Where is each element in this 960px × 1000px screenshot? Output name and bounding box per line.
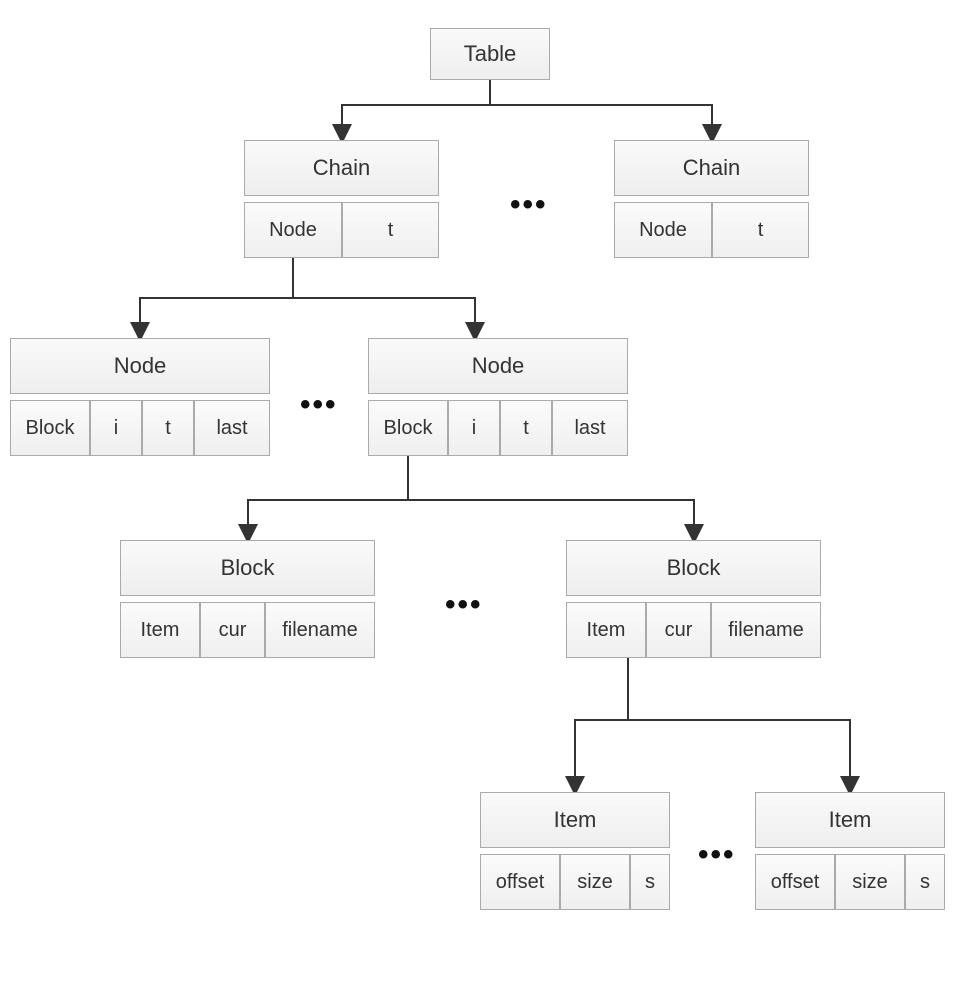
chain-right-cell-t: t [712,202,809,258]
item-left-cell-s: s [630,854,670,910]
node-left-cell-t: t [142,400,194,456]
node-right-cell-block: Block [368,400,448,456]
node-left-cell-i: i [90,400,142,456]
item-right-cell-size: size [835,854,905,910]
chain-left-header: Chain [244,140,439,196]
chain-right-cell-node: Node [614,202,712,258]
node-right-cell-i: i [448,400,500,456]
ellipsis-block: ••• [445,588,483,622]
item-right-header: Item [755,792,945,848]
block-left-cell-item: Item [120,602,200,658]
block-left-cell-filename: filename [265,602,375,658]
node-right-cell-last: last [552,400,628,456]
item-left-header: Item [480,792,670,848]
node-left-cell-last: last [194,400,270,456]
block-right-header: Block [566,540,821,596]
root-table-box: Table [430,28,550,80]
chain-left-cell-node: Node [244,202,342,258]
ellipsis-item: ••• [698,838,736,872]
block-left-header: Block [120,540,375,596]
ellipsis-chain: ••• [510,188,548,222]
node-left-cell-block: Block [10,400,90,456]
connector-lines [0,0,960,1000]
item-right-cell-s: s [905,854,945,910]
item-right-cell-offset: offset [755,854,835,910]
ellipsis-node: ••• [300,388,338,422]
diagram-stage: Table Chain Node t ••• Chain Node t Node… [0,0,960,1000]
block-right-cell-item: Item [566,602,646,658]
node-right-header: Node [368,338,628,394]
node-left-header: Node [10,338,270,394]
block-left-cell-cur: cur [200,602,265,658]
node-right-cell-t: t [500,400,552,456]
chain-right-header: Chain [614,140,809,196]
item-left-cell-offset: offset [480,854,560,910]
block-right-cell-filename: filename [711,602,821,658]
item-left-cell-size: size [560,854,630,910]
chain-left-cell-t: t [342,202,439,258]
block-right-cell-cur: cur [646,602,711,658]
